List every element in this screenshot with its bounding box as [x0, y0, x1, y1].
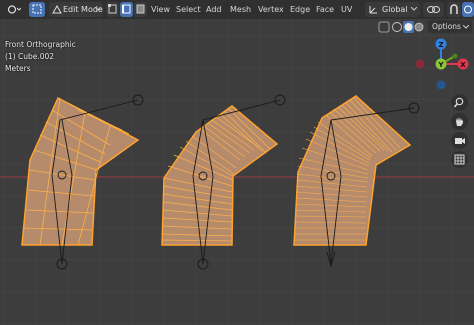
select-box-button[interactable]: [29, 2, 45, 17]
mode-dropdown[interactable]: Edit Mode: [49, 2, 103, 17]
vertex-select-button[interactable]: [106, 2, 119, 17]
menu-uv[interactable]: UV: [341, 3, 352, 16]
snap-button[interactable]: [447, 2, 461, 17]
menu-vertex[interactable]: Vertex: [258, 3, 284, 16]
vertex-select-icon: [108, 4, 117, 14]
select-box-icon: [32, 4, 42, 14]
shading-material-icon[interactable]: [414, 22, 424, 32]
shading-solid-icon[interactable]: [403, 21, 414, 33]
active-object-name: (1) Cube.002: [5, 52, 55, 61]
link-button[interactable]: [423, 2, 444, 17]
camera-icon: [455, 138, 465, 144]
gizmo-x-negative[interactable]: [415, 59, 425, 69]
edge-select-button[interactable]: [120, 2, 133, 17]
orientation-label: Global: [382, 5, 408, 14]
zoom-button[interactable]: [451, 94, 468, 111]
gizmo-y-negative[interactable]: [452, 53, 458, 59]
gizmo-y-positive[interactable]: Y: [435, 58, 447, 70]
svg-text:X: X: [460, 61, 466, 69]
pan-hand-icon: [456, 117, 463, 126]
shading-wireframe-icon[interactable]: [392, 22, 402, 32]
gizmo-x-positive[interactable]: X: [457, 58, 469, 70]
menu-add[interactable]: Add: [206, 3, 222, 16]
camera-view-button[interactable]: [451, 132, 468, 149]
overlay-icon: [464, 5, 472, 14]
xray-icon[interactable]: [378, 21, 390, 33]
shading-toolbar: [378, 21, 424, 33]
gizmo-z-positive[interactable]: Z: [435, 38, 447, 50]
blender-window: Edit Mode View Select Add Mesh Vertex Ed…: [0, 0, 474, 325]
snap-icon: [450, 4, 458, 14]
pan-button[interactable]: [451, 113, 468, 130]
view-name: Front Orthographic: [5, 40, 76, 49]
chevron-down-icon: [95, 7, 101, 11]
perspective-toggle-button[interactable]: [451, 151, 468, 168]
editor-type-icon: [7, 5, 21, 14]
menu-select[interactable]: Select: [176, 3, 201, 16]
edge-select-icon: [122, 4, 131, 14]
svg-text:Y: Y: [437, 61, 444, 69]
face-select-icon: [136, 4, 145, 14]
options-dropdown[interactable]: Options: [428, 20, 472, 33]
chevron-down-icon: [463, 25, 469, 29]
menu-edge[interactable]: Edge: [290, 3, 310, 16]
face-select-button[interactable]: [134, 2, 147, 17]
menu-mesh[interactable]: Mesh: [230, 3, 251, 16]
editor-type-button[interactable]: [4, 2, 24, 17]
zoom-icon: [454, 97, 464, 108]
overlay-button[interactable]: [462, 2, 474, 17]
chevron-down-icon: [411, 7, 417, 11]
transform-orientation-dropdown[interactable]: Global: [365, 2, 420, 17]
units-label: Meters: [5, 64, 31, 73]
menu-view[interactable]: View: [151, 3, 170, 16]
grid-icon: [454, 154, 465, 165]
viewport-header: Edit Mode View Select Add Mesh Vertex Ed…: [0, 0, 474, 19]
options-label: Options: [432, 22, 461, 31]
gizmo-z-negative[interactable]: [436, 80, 446, 90]
link-icon: [427, 6, 440, 13]
orientation-axes-icon: [369, 6, 377, 14]
edit-mode-icon: [52, 5, 62, 14]
svg-text:Z: Z: [438, 41, 443, 49]
navigation-gizmo[interactable]: Z X Y: [410, 36, 472, 92]
menu-face[interactable]: Face: [316, 3, 334, 16]
